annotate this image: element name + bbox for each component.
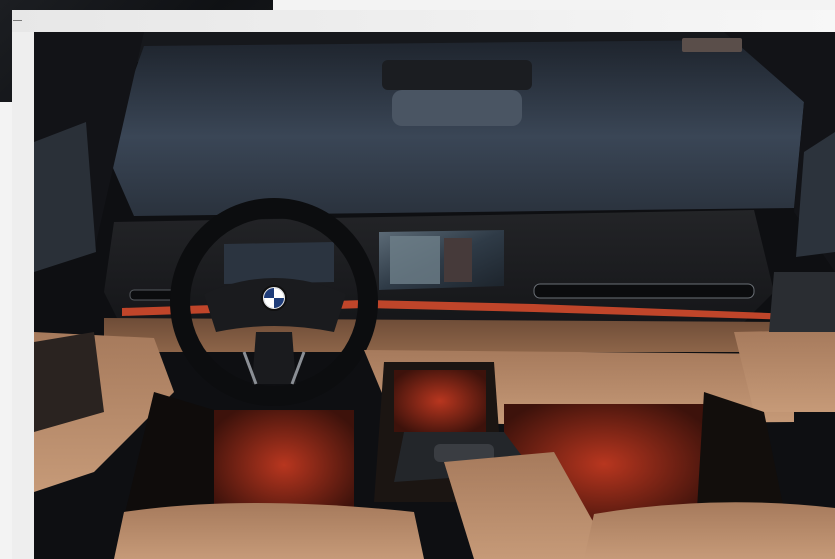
car-interior-illustration bbox=[34, 32, 835, 559]
car-interior-photo bbox=[34, 32, 835, 559]
image-frame-left bbox=[12, 32, 34, 559]
image-frame-top bbox=[12, 10, 835, 32]
dash-mark bbox=[13, 20, 22, 21]
